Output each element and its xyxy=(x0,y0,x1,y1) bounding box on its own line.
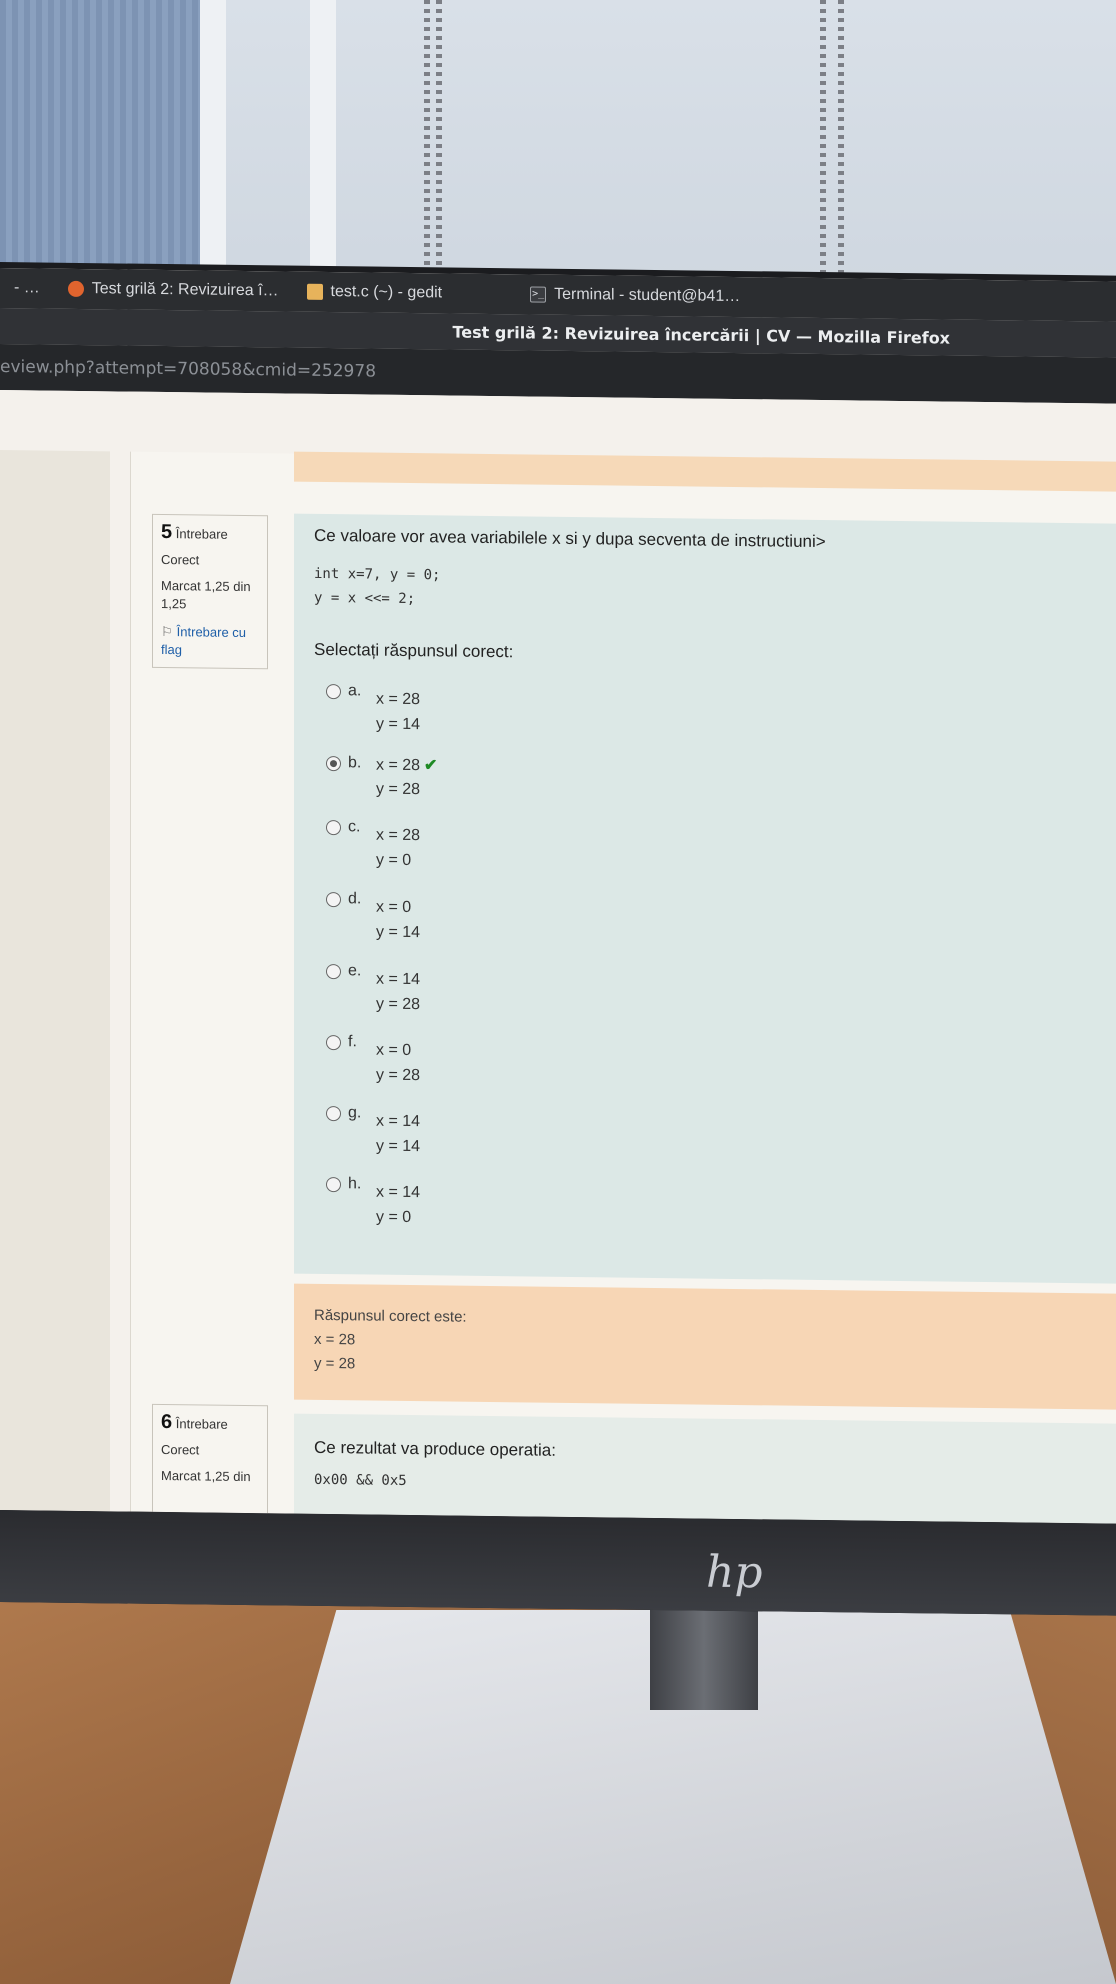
question-info-6: 6 Întrebare Corect Marcat 1,25 din xyxy=(152,1403,268,1516)
code-line: int x=7, y = 0; xyxy=(314,565,441,584)
answer-option-a[interactable]: a. x = 28 y = 14 xyxy=(326,682,626,748)
answer-option-c[interactable]: c. x = 28 y = 0 xyxy=(326,818,626,884)
question-number: 6 xyxy=(161,1410,173,1434)
question-word: Întrebare xyxy=(175,526,228,542)
question-text: Ce valoare vor avea variabilele x si y d… xyxy=(314,525,826,552)
taskbar-item-label: Terminal - student@b41… xyxy=(554,285,741,306)
taskbar-prefix-text: - … xyxy=(14,279,40,297)
option-letter: f. xyxy=(348,1033,357,1051)
hp-logo: hp xyxy=(706,1546,763,1599)
radio-button[interactable] xyxy=(326,963,341,980)
photo-scene: - … Test grilă 2: Revizuirea î… test.c (… xyxy=(0,0,1116,1984)
code-line: 0x00 && 0x5 xyxy=(314,1471,407,1489)
taskbar-item-terminal[interactable]: >_ Terminal - student@b41… xyxy=(516,274,754,317)
monitor-bezel: hp xyxy=(0,1510,1116,1616)
option-line: x = 0 xyxy=(376,1041,412,1060)
option-line: y = 14 xyxy=(376,923,421,942)
option-line: y = 28 xyxy=(376,1066,421,1085)
window-title: Test grilă 2: Revizuirea încercării | CV… xyxy=(452,322,950,348)
quiz-review-page: 5 Întrebare Corect Marcat 1,25 din 1,25 … xyxy=(0,390,1116,1524)
option-letter: c. xyxy=(348,818,361,836)
option-line: y = 0 xyxy=(376,851,412,870)
radio-button-selected[interactable] xyxy=(326,755,341,772)
option-line: x = 14 xyxy=(376,970,421,989)
answer-option-e[interactable]: e. x = 14 y = 28 xyxy=(326,962,626,1028)
radio-button[interactable] xyxy=(326,683,341,700)
taskbar-item-label: Test grilă 2: Revizuirea î… xyxy=(91,280,279,300)
option-line: x = 28 xyxy=(376,826,421,845)
screen: - … Test grilă 2: Revizuirea î… test.c (… xyxy=(0,268,1116,1524)
answer-option-h[interactable]: h. x = 14 y = 0 xyxy=(326,1175,626,1241)
answer-option-f[interactable]: f. x = 0 y = 28 xyxy=(326,1033,626,1099)
option-line: x = 28 xyxy=(376,756,421,775)
option-line: x = 0 xyxy=(376,898,412,917)
question-number: 5 xyxy=(161,520,173,544)
option-letter: e. xyxy=(348,962,362,980)
flag-icon: ⚐ xyxy=(161,623,173,640)
radio-button[interactable] xyxy=(326,1105,341,1122)
option-line: x = 28 xyxy=(376,690,421,709)
option-letter: b. xyxy=(348,754,362,772)
terminal-icon: >_ xyxy=(530,286,547,303)
question-info-5: 5 Întrebare Corect Marcat 1,25 din 1,25 … xyxy=(152,513,268,670)
option-line: x = 14 xyxy=(376,1112,421,1131)
answer-option-g[interactable]: g. x = 14 y = 14 xyxy=(326,1104,626,1170)
answer-option-b[interactable]: b. x = 28 ✔ y = 28 xyxy=(326,754,626,820)
option-line: y = 28 xyxy=(376,995,421,1014)
flag-question-label: Întrebare cu flag xyxy=(161,624,247,658)
answer-option-d[interactable]: d. x = 0 y = 14 xyxy=(326,890,626,956)
question-word: Întrebare xyxy=(175,1416,228,1432)
blind-chain xyxy=(436,0,442,280)
curtain xyxy=(0,0,200,290)
question-5-content: Ce valoare vor avea variabilele x si y d… xyxy=(294,513,1116,1284)
flag-question-link[interactable]: ⚐ Întrebare cu flag xyxy=(161,623,259,660)
radio-button[interactable] xyxy=(326,1176,341,1193)
option-line: y = 28 xyxy=(376,780,421,799)
option-letter: a. xyxy=(348,682,362,700)
blind-chain xyxy=(838,0,844,280)
url-text[interactable]: eview.php?attempt=708058&cmid=252978 xyxy=(0,357,376,382)
question-6-content: Ce rezultat va produce operatia: 0x00 &&… xyxy=(294,1413,1116,1524)
blind-chain xyxy=(424,0,430,280)
window-frame xyxy=(200,0,226,290)
taskbar-item-label: test.c (~) - gedit xyxy=(330,283,443,302)
radio-button[interactable] xyxy=(326,819,341,836)
option-letter: h. xyxy=(348,1175,362,1193)
question-text: Ce rezultat va produce operatia: xyxy=(314,1437,556,1460)
question-status: Corect xyxy=(161,551,200,568)
option-line: y = 0 xyxy=(376,1208,412,1227)
left-sidebar xyxy=(0,450,110,1512)
window-frame xyxy=(310,0,336,290)
taskbar-item-firefox[interactable]: Test grilă 2: Revizuirea î… xyxy=(54,269,293,312)
option-line: x = 14 xyxy=(376,1183,421,1202)
answer-prompt: Selectați răspunsul corect: xyxy=(314,639,514,662)
question-status: Corect xyxy=(161,1441,200,1458)
monitor-stand-neck xyxy=(650,1600,758,1710)
checkmark-icon: ✔ xyxy=(424,757,438,775)
option-letter: g. xyxy=(348,1104,362,1122)
code-line: y = x <<= 2; xyxy=(314,589,416,608)
monitor: - … Test grilă 2: Revizuirea î… test.c (… xyxy=(0,262,1116,1616)
option-line: y = 14 xyxy=(376,715,421,734)
question-mark: Marcat 1,25 din 1,25 xyxy=(161,577,251,612)
option-letter: d. xyxy=(348,890,362,908)
blind-chain xyxy=(820,0,826,280)
question-mark: Marcat 1,25 din xyxy=(161,1467,251,1485)
radio-button[interactable] xyxy=(326,1034,341,1051)
radio-button[interactable] xyxy=(326,891,341,908)
taskbar-prefix: - … xyxy=(0,268,54,309)
option-line: y = 14 xyxy=(376,1137,421,1156)
taskbar-item-gedit[interactable]: test.c (~) - gedit xyxy=(293,272,457,314)
gedit-icon xyxy=(306,283,323,300)
correct-answer-feedback: Răspunsul corect este: x = 28 y = 28 xyxy=(294,1283,1116,1410)
firefox-icon xyxy=(67,280,84,298)
